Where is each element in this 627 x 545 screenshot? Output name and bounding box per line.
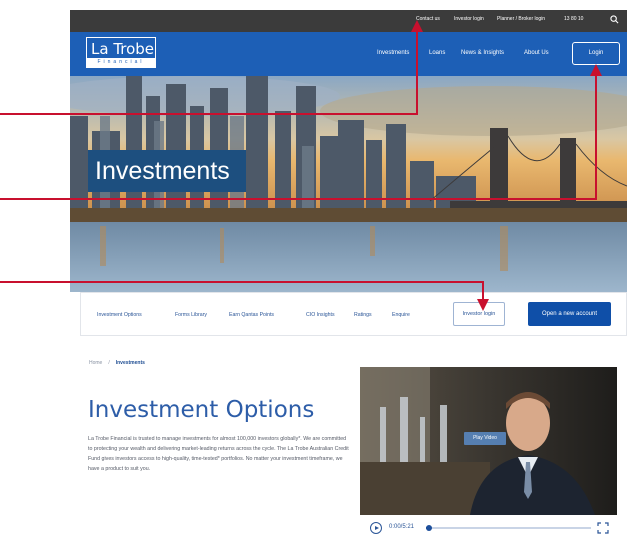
play-icon[interactable]	[370, 522, 382, 534]
video-player[interactable]: Play Video	[360, 367, 617, 515]
tab-forms-library[interactable]: Forms Library	[175, 312, 207, 318]
contact-us-link[interactable]: Contact us	[416, 16, 440, 22]
video-timecode: 0:00/5:21	[389, 524, 415, 530]
breadcrumb: Home / Investments	[89, 360, 145, 366]
brand-logo[interactable]: La Trobe Financial	[86, 37, 156, 68]
utility-bar: Contact us Investor login Planner / Brok…	[70, 10, 627, 32]
intro-paragraph: La Trobe Financial is trusted to manage …	[88, 436, 349, 472]
play-video-overlay[interactable]: Play Video	[464, 432, 506, 445]
logo-subtitle: Financial	[87, 58, 155, 67]
investor-login-button[interactable]: Investor login	[453, 302, 505, 326]
login-button[interactable]: Login	[572, 42, 620, 65]
video-progress-bar[interactable]	[426, 525, 591, 531]
tab-enquire[interactable]: Enquire	[392, 312, 410, 318]
tab-cio-insights[interactable]: CIO Insights	[306, 312, 335, 318]
section-nav: Investment Options Forms Library Earn Qa…	[80, 292, 627, 336]
hero-title: Investments	[88, 150, 246, 192]
breadcrumb-home[interactable]: Home	[89, 360, 102, 366]
page-title: Investment Options	[88, 397, 315, 423]
tab-investment-options[interactable]: Investment Options	[97, 312, 142, 318]
video-scrubber-handle[interactable]	[426, 525, 433, 531]
logo-wordmark: La Trobe	[91, 40, 155, 58]
nav-about-us[interactable]: About Us	[524, 50, 549, 56]
planner-broker-login-link[interactable]: Planner / Broker login	[497, 16, 545, 22]
nav-news-insights[interactable]: News & Insights	[461, 50, 504, 56]
nav-investments[interactable]: Investments	[377, 50, 409, 56]
video-controls: 0:00/5:21	[360, 515, 617, 541]
phone-link[interactable]: 13 80 10	[564, 16, 583, 22]
fullscreen-icon[interactable]	[597, 522, 609, 534]
hero-banner: Investments	[70, 76, 627, 292]
breadcrumb-separator: /	[108, 360, 110, 366]
breadcrumb-current: Investments	[115, 360, 145, 366]
tab-earn-qantas-points[interactable]: Earn Qantas Points	[229, 312, 274, 318]
open-account-button[interactable]: Open a new account	[528, 302, 611, 326]
main-nav: La Trobe Financial Investments Loans New…	[70, 32, 627, 76]
search-icon[interactable]	[610, 15, 619, 24]
investor-login-link[interactable]: Investor login	[454, 16, 484, 22]
nav-loans[interactable]: Loans	[429, 50, 445, 56]
tab-ratings[interactable]: Ratings	[354, 312, 372, 318]
